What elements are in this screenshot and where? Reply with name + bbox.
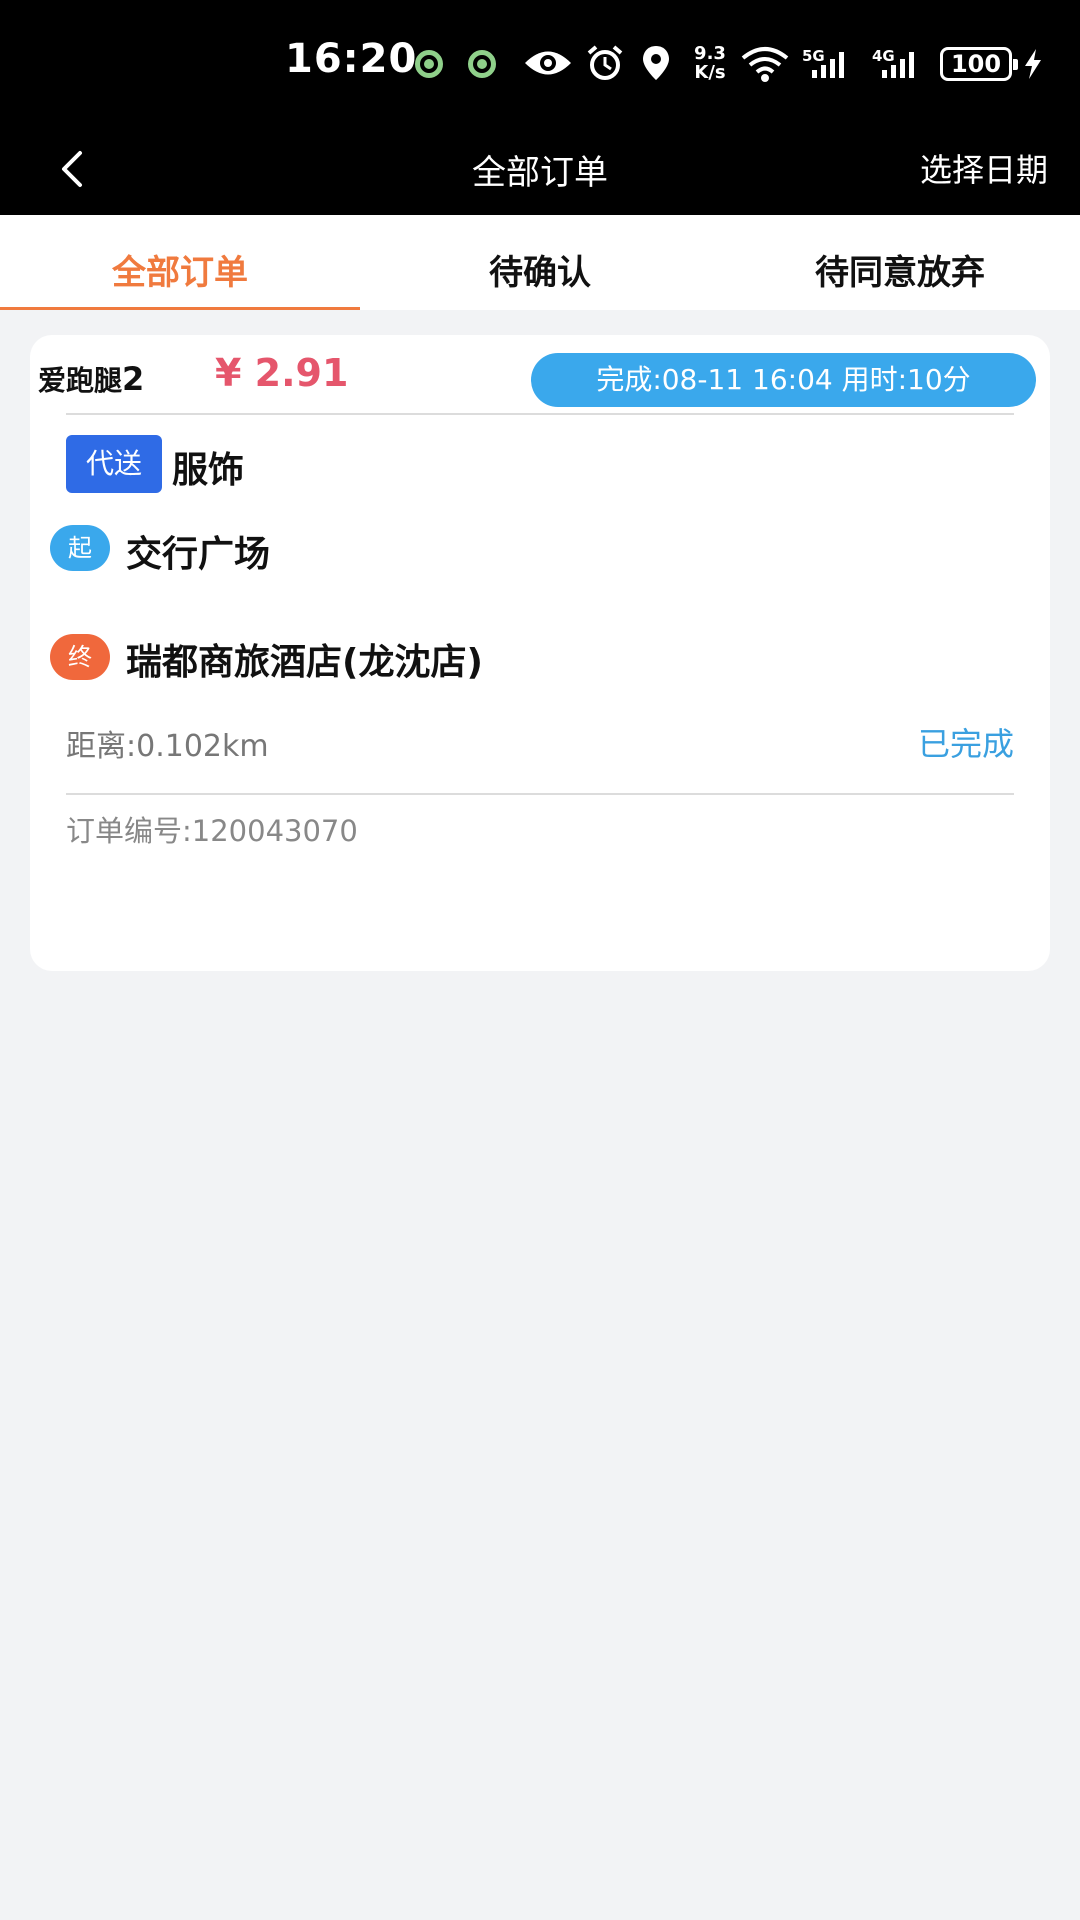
start-address: 交行广场 — [126, 534, 271, 575]
order-price: ¥ 2.91 — [215, 351, 349, 395]
notification-icon — [415, 50, 443, 78]
order-number: 订单编号:120043070 — [66, 814, 358, 848]
end-point-icon: 终 — [50, 634, 110, 680]
merchant-number: 2 — [122, 360, 145, 398]
merchant-name: 爱跑腿2 — [38, 359, 144, 399]
tab-pending-confirm[interactable]: 待确认 — [360, 215, 720, 310]
wifi-icon — [741, 47, 789, 82]
delivery-type-tag: 代送 — [66, 435, 162, 493]
charging-icon — [1025, 49, 1041, 79]
tab-all-orders[interactable]: 全部订单 — [0, 215, 360, 310]
signal-icon — [812, 52, 844, 78]
signal-icon — [882, 52, 914, 78]
order-card[interactable]: 爱跑腿2 ¥ 2.91 完成:08-11 16:04 用时:10分 代送 服饰 … — [30, 335, 1050, 971]
merchant-label: 爱跑腿 — [38, 364, 123, 397]
divider — [66, 793, 1014, 795]
finish-time-badge: 完成:08-11 16:04 用时:10分 — [531, 353, 1036, 407]
alarm-icon — [587, 45, 623, 80]
net-speed-value: 9.3 — [694, 43, 726, 64]
net-speed-unit: K/s — [694, 62, 726, 83]
page-title: 全部订单 — [472, 153, 608, 193]
tab-pending-abandon[interactable]: 待同意放弃 — [720, 215, 1080, 310]
battery-icon: 100 — [940, 47, 1018, 81]
chevron-left-icon — [62, 151, 82, 187]
end-address: 瑞都商旅酒店(龙沈店) — [126, 642, 483, 683]
eye-icon — [525, 51, 571, 75]
notification-icon — [468, 50, 496, 78]
select-date-button[interactable]: 选择日期 — [920, 145, 1048, 191]
back-button[interactable] — [50, 140, 110, 200]
status-bar: 16:20 9.3 K/s 5G 4G 100 — [0, 0, 1080, 125]
distance: 距离:0.102km — [66, 729, 269, 764]
net-speed: 9.3 K/s — [690, 44, 730, 82]
location-icon — [643, 46, 669, 80]
tab-bar: 全部订单 待确认 待同意放弃 — [0, 215, 1080, 310]
nav-bar: 全部订单 选择日期 — [0, 125, 1080, 215]
goods-category: 服饰 — [172, 450, 245, 491]
start-point-icon: 起 — [50, 525, 110, 571]
order-status: 已完成 — [917, 725, 1014, 763]
divider — [66, 413, 1014, 415]
status-time: 16:20 — [285, 36, 418, 82]
